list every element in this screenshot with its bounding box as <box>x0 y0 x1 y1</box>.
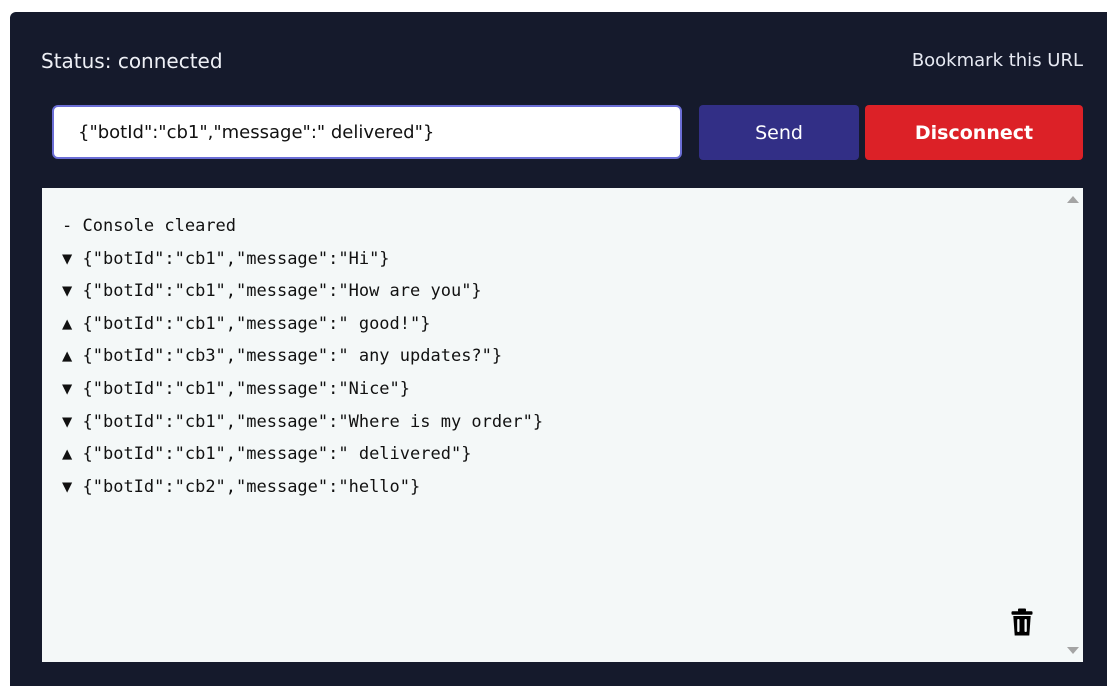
console-line: ▲ {"botId":"cb3","message":" any updates… <box>62 344 543 377</box>
console-line-text: {"botId":"cb1","message":"Nice"} <box>82 378 411 399</box>
console-line-marker: - <box>62 216 73 236</box>
console-line: ▼ {"botId":"cb1","message":"Nice"} <box>62 377 543 410</box>
console-line-marker: ▼ <box>62 411 73 432</box>
console-line-text: {"botId":"cb2","message":"hello"} <box>82 476 421 497</box>
console-line-marker: ▼ <box>62 378 73 399</box>
disconnect-button[interactable]: Disconnect <box>865 105 1083 160</box>
console-line-marker: ▼ <box>62 281 73 302</box>
console-line-marker: ▲ <box>62 346 73 367</box>
scroll-up-arrow-icon[interactable] <box>1067 196 1079 203</box>
console-line-text: Console cleared <box>82 216 237 236</box>
connection-status: Status: connected <box>41 49 223 73</box>
console-line-marker: ▼ <box>62 476 73 497</box>
console-line-text: {"botId":"cb1","message":" good!"} <box>82 313 431 334</box>
websocket-panel: Status: connected Bookmark this URL Send… <box>10 12 1107 686</box>
scroll-down-arrow-icon[interactable] <box>1067 647 1079 654</box>
console-line-text: {"botId":"cb3","message":" any updates?"… <box>82 346 503 367</box>
bookmark-link[interactable]: Bookmark this URL <box>912 49 1083 73</box>
console-line-text: {"botId":"cb1","message":" delivered"} <box>82 444 472 465</box>
console-line: - Console cleared <box>62 214 543 247</box>
console-line-marker: ▲ <box>62 444 73 465</box>
send-button[interactable]: Send <box>699 105 859 160</box>
console-line-marker: ▲ <box>62 313 73 334</box>
console-line-text: {"botId":"cb1","message":"Where is my or… <box>82 411 544 432</box>
console-line: ▼ {"botId":"cb1","message":"Hi"} <box>62 247 543 280</box>
trash-icon[interactable] <box>1011 608 1033 636</box>
console-line: ▼ {"botId":"cb1","message":"How are you"… <box>62 279 543 312</box>
console-output: - Console cleared ▼ {"botId":"cb1","mess… <box>42 188 1083 662</box>
console-line: ▼ {"botId":"cb2","message":"hello"} <box>62 475 543 508</box>
console-line-text: {"botId":"cb1","message":"Hi"} <box>82 248 390 269</box>
console-scrollbar[interactable] <box>1062 188 1083 662</box>
console-line-text: {"botId":"cb1","message":"How are you"} <box>82 281 482 302</box>
console-line: ▼ {"botId":"cb1","message":"Where is my … <box>62 410 543 443</box>
console-lines: - Console cleared ▼ {"botId":"cb1","mess… <box>62 214 543 507</box>
console-line: ▲ {"botId":"cb1","message":" good!"} <box>62 312 543 345</box>
console-line: ▲ {"botId":"cb1","message":" delivered"} <box>62 442 543 475</box>
message-input[interactable] <box>52 105 682 159</box>
console-line-marker: ▼ <box>62 248 73 269</box>
